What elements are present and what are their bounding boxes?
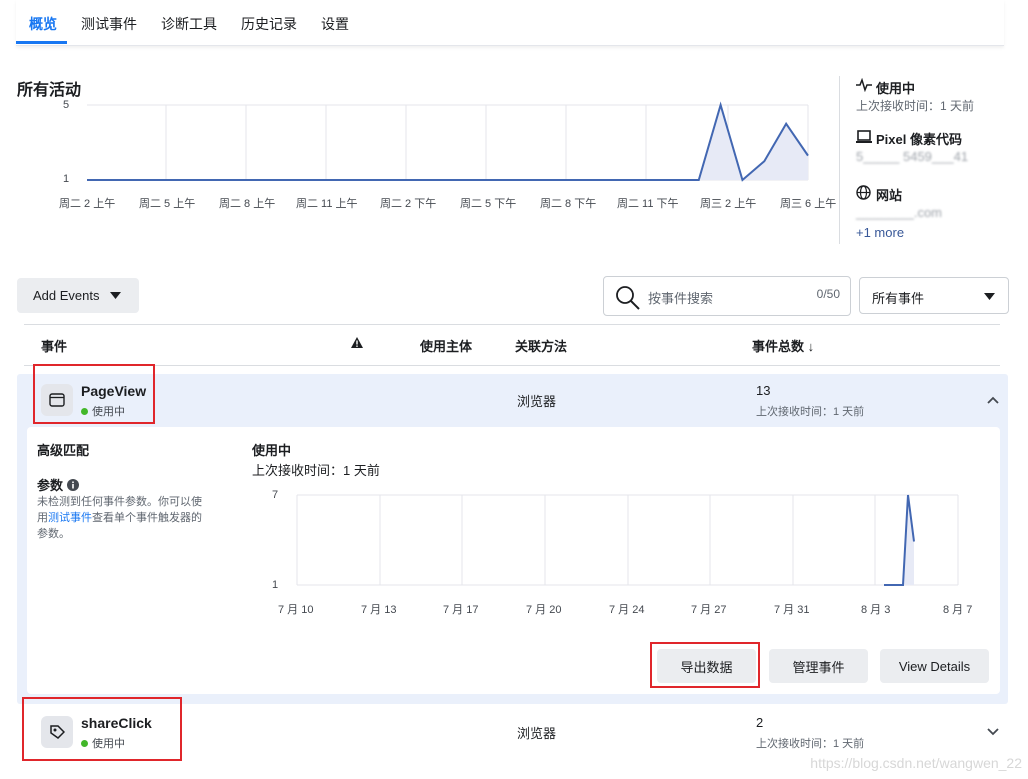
y-tick-min: 1 bbox=[63, 173, 70, 185]
event-x-tick-2: 7 月 17 bbox=[443, 604, 479, 616]
event-y-tick-max: 7 bbox=[272, 489, 279, 501]
activity-area bbox=[87, 105, 808, 180]
x-tick-2: 周二 8 上午 bbox=[219, 198, 276, 210]
event-x-tick-5: 7 月 27 bbox=[691, 604, 727, 616]
event-method: 浏览器 bbox=[517, 726, 557, 741]
status-title: 使用中 bbox=[876, 81, 916, 96]
col-subject[interactable]: 使用主体 bbox=[420, 336, 472, 355]
highlight-export bbox=[650, 642, 760, 688]
detail-status: 使用中 bbox=[252, 443, 292, 458]
manage-events-button[interactable]: 管理事件 bbox=[769, 649, 868, 683]
event-last-received: 上次接收时间：1 天前 bbox=[756, 406, 865, 418]
caret-down-icon bbox=[984, 293, 995, 300]
chevron-down-icon[interactable] bbox=[987, 728, 999, 736]
event-chart-gridlines bbox=[296, 494, 959, 586]
x-tick-5: 周二 5 下午 bbox=[460, 198, 517, 210]
y-tick-max: 5 bbox=[63, 99, 70, 111]
tab-bar: 概览 测试事件 诊断工具 历史记录 设置 bbox=[16, 0, 1004, 46]
event-x-tick-0: 7 月 10 bbox=[278, 604, 314, 616]
warning-icon bbox=[351, 337, 363, 348]
tab-overview[interactable]: 概览 bbox=[29, 14, 57, 34]
search-counter: 0/50 bbox=[816, 287, 840, 301]
col-method[interactable]: 关联方法 bbox=[515, 336, 567, 355]
x-tick-6: 周二 8 下午 bbox=[540, 198, 597, 210]
x-tick-9: 周三 6 上午 bbox=[780, 198, 837, 210]
caret-down-icon bbox=[109, 292, 121, 299]
event-search-box[interactable]: 按事件搜索 0/50 bbox=[603, 276, 851, 316]
laptop-icon bbox=[856, 130, 872, 143]
event-y-tick-min: 1 bbox=[272, 579, 279, 591]
pixel-id: 5_____ 5459___41 bbox=[856, 149, 969, 164]
event-x-tick-4: 7 月 24 bbox=[609, 604, 645, 616]
search-placeholder: 按事件搜索 bbox=[648, 291, 714, 306]
globe-icon bbox=[856, 185, 871, 200]
watermark: https://blog.csdn.net/wangwen_22 bbox=[810, 755, 1022, 771]
x-tick-1: 周二 5 上午 bbox=[139, 198, 196, 210]
add-events-label: Add Events bbox=[33, 288, 100, 303]
active-tab-indicator bbox=[16, 41, 67, 44]
event-total: 13 bbox=[756, 383, 771, 398]
table-top-border bbox=[24, 324, 1000, 325]
col-event[interactable]: 事件 bbox=[41, 336, 67, 355]
event-filter-select[interactable]: 所有事件 bbox=[859, 277, 1009, 314]
tab-settings[interactable]: 设置 bbox=[321, 14, 349, 34]
x-tick-8: 周三 2 上午 bbox=[700, 198, 757, 210]
x-tick-0: 周二 2 上午 bbox=[59, 198, 116, 210]
pixel-title: Pixel 像素代码 bbox=[876, 132, 962, 147]
tab-test-events[interactable]: 测试事件 bbox=[81, 14, 137, 34]
event-x-tick-6: 7 月 31 bbox=[774, 604, 810, 616]
site-url: ________.com bbox=[856, 205, 943, 220]
table-header-border bbox=[24, 365, 1000, 366]
event-x-tick-7: 8 月 3 bbox=[861, 604, 891, 616]
advanced-matching-title: 高级匹配 bbox=[37, 443, 90, 458]
highlight-pageview bbox=[33, 364, 155, 424]
site-title: 网站 bbox=[876, 188, 903, 203]
tab-history[interactable]: 历史记录 bbox=[241, 14, 297, 34]
tab-diagnostics[interactable]: 诊断工具 bbox=[161, 14, 217, 34]
col-total[interactable]: 事件总数 ↓ bbox=[752, 336, 814, 355]
more-sites-link[interactable]: +1 more bbox=[856, 225, 904, 240]
add-events-button[interactable]: Add Events bbox=[17, 278, 139, 313]
event-x-tick-8: 8 月 7 bbox=[943, 604, 973, 616]
event-last-received: 上次接收时间：1 天前 bbox=[756, 738, 865, 750]
search-icon bbox=[616, 286, 640, 310]
filter-value: 所有事件 bbox=[872, 291, 925, 306]
activity-icon bbox=[856, 78, 872, 92]
highlight-shareclick bbox=[22, 697, 182, 761]
side-divider bbox=[839, 76, 840, 244]
detail-last-received: 上次接收时间：1 天前 bbox=[252, 463, 380, 478]
view-details-button[interactable]: View Details bbox=[880, 649, 989, 683]
chevron-up-icon[interactable] bbox=[987, 396, 999, 404]
x-tick-4: 周二 2 下午 bbox=[380, 198, 437, 210]
activity-line bbox=[87, 101, 809, 182]
chart-gridlines bbox=[87, 104, 809, 181]
event-x-tick-1: 7 月 13 bbox=[361, 604, 397, 616]
event-method: 浏览器 bbox=[517, 394, 557, 409]
status-subtitle: 上次接收时间：1 天前 bbox=[856, 99, 975, 113]
x-tick-7: 周二 11 下午 bbox=[617, 198, 679, 210]
event-chart bbox=[296, 494, 959, 586]
x-tick-3: 周二 11 上午 bbox=[296, 198, 358, 210]
event-x-tick-3: 7 月 20 bbox=[526, 604, 562, 616]
event-total: 2 bbox=[756, 715, 764, 730]
